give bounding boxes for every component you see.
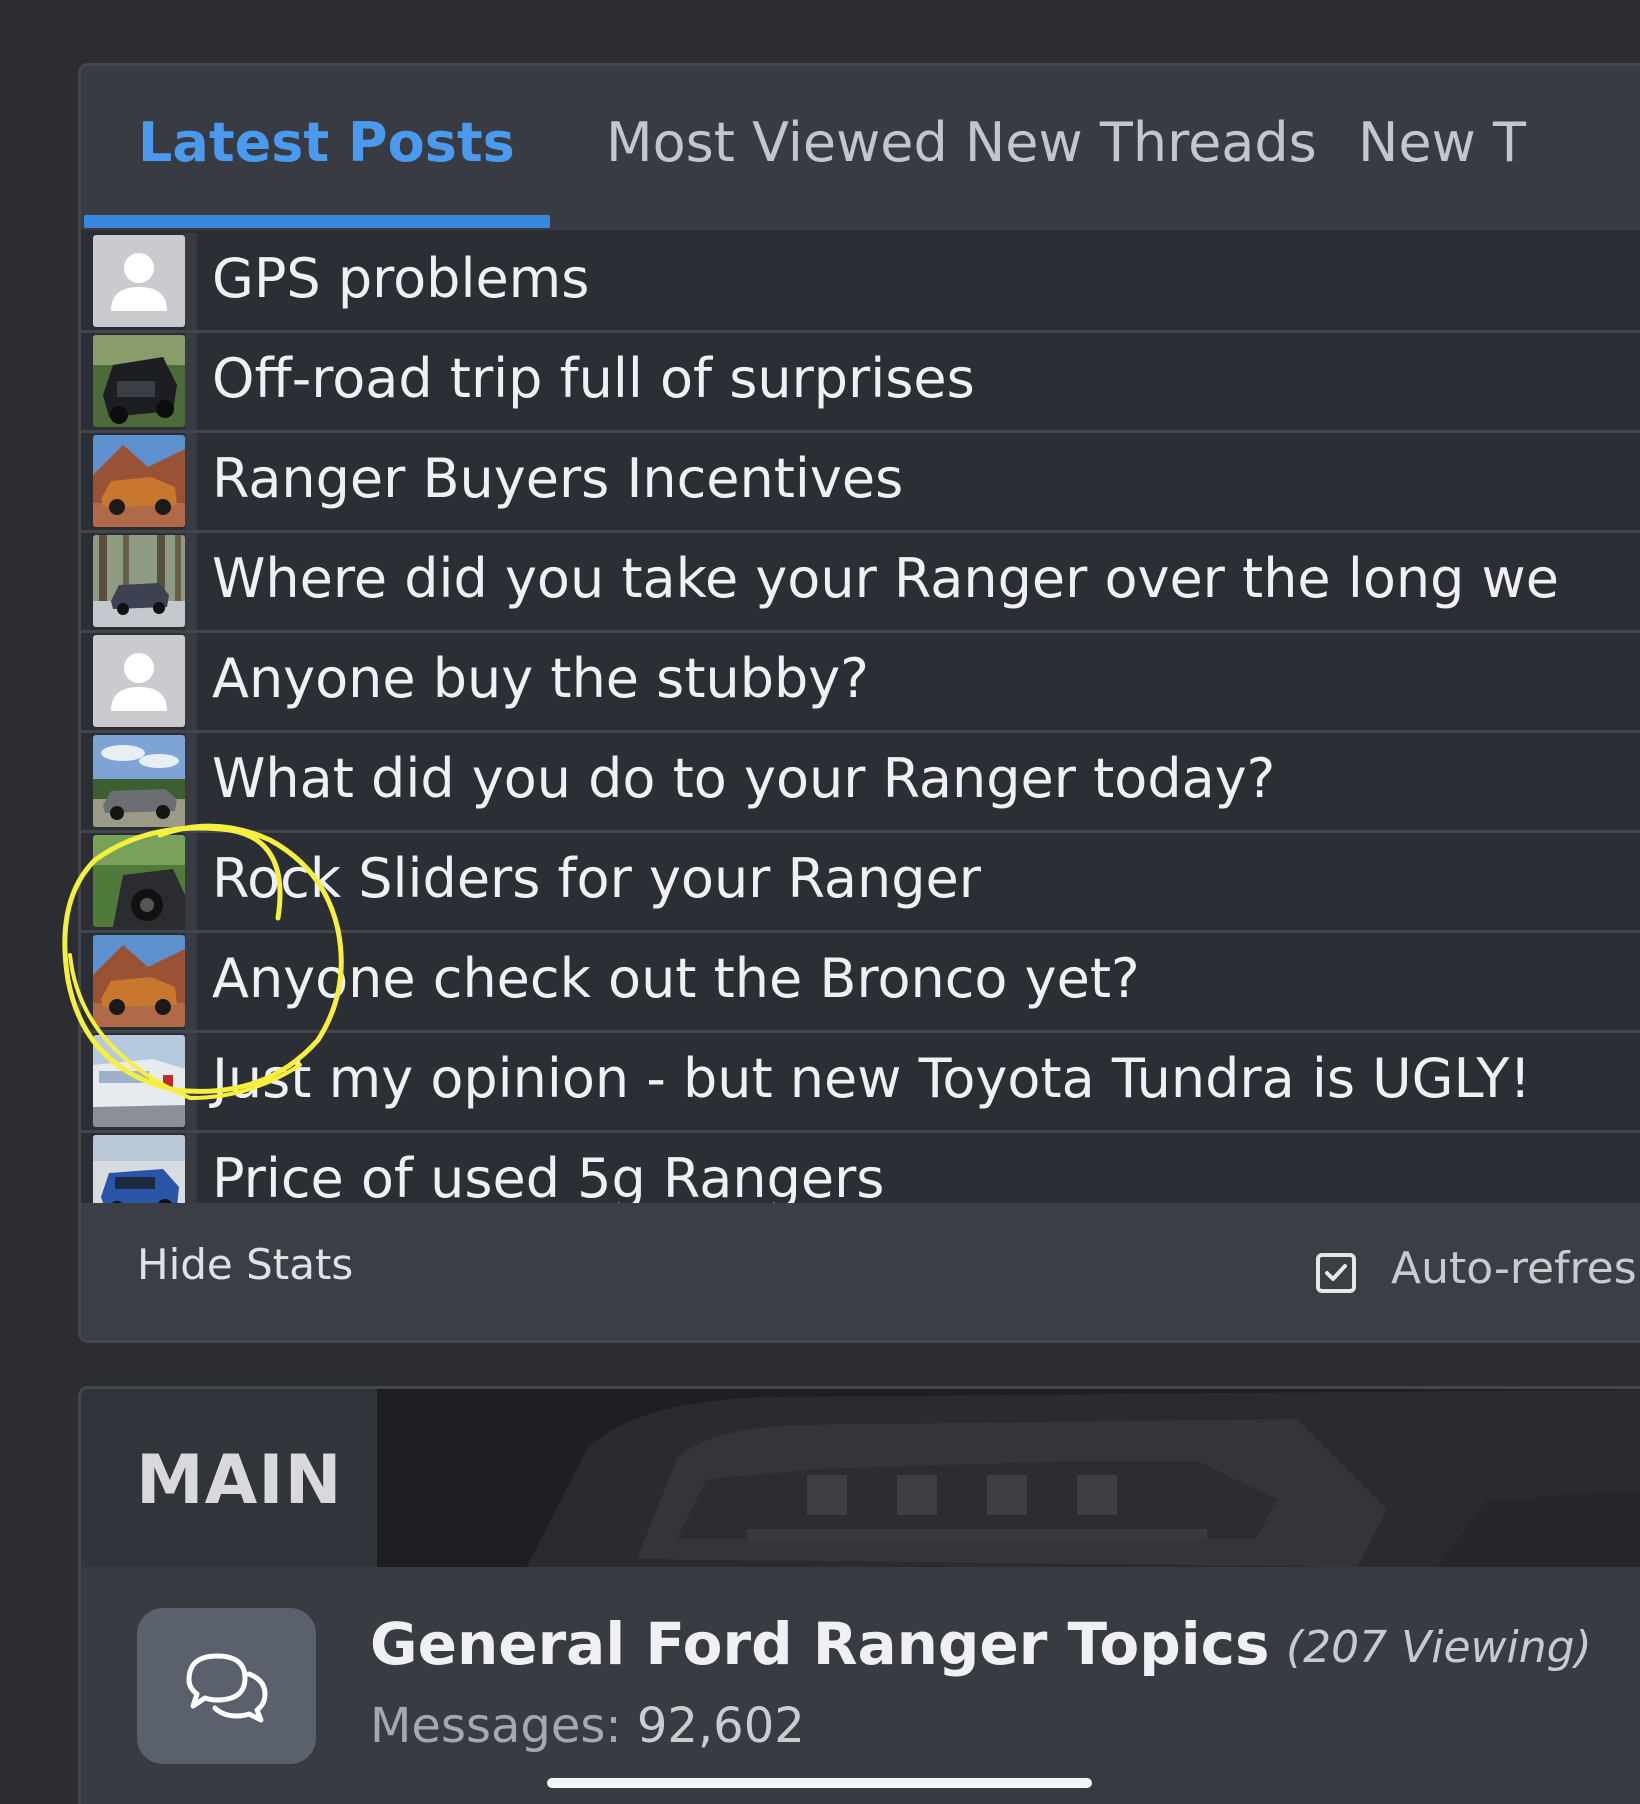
post-title[interactable]: Price of used 5g Rangers (212, 1147, 884, 1210)
post-title[interactable]: What did you do to your Ranger today? (212, 747, 1275, 810)
post-title[interactable]: Just my opinion - but new Toyota Tundra … (212, 1047, 1531, 1110)
active-tab-indicator (84, 215, 550, 228)
list-item[interactable]: Anyone check out the Bronco yet? (81, 933, 1640, 1033)
forum-messages-stat: Messages: 92,602 (370, 1698, 805, 1754)
list-item[interactable]: GPS problems (81, 233, 1640, 333)
green-trail-avatar[interactable] (93, 835, 185, 927)
truck-photo-avatar[interactable] (93, 335, 185, 427)
sky-truck-avatar[interactable] (93, 735, 185, 827)
list-item[interactable]: Where did you take your Ranger over the … (81, 533, 1640, 633)
main-category-block: MAIN General Ford Ranger Topics (207 Vie… (78, 1386, 1640, 1804)
tab-bar: Latest Posts Most Viewed New Threads New… (81, 66, 1640, 233)
list-item[interactable]: Just my opinion - but new Toyota Tundra … (81, 1033, 1640, 1133)
list-item[interactable]: Off-road trip full of surprises (81, 333, 1640, 433)
post-title[interactable]: GPS problems (212, 247, 589, 310)
hide-stats-link[interactable]: Hide Stats (137, 1240, 353, 1289)
post-title[interactable]: Anyone check out the Bronco yet? (212, 947, 1140, 1010)
post-title[interactable]: Anyone buy the stubby? (212, 647, 869, 710)
row-divider (185, 533, 197, 630)
list-item[interactable]: Anyone buy the stubby? (81, 633, 1640, 733)
category-title: MAIN (136, 1441, 343, 1520)
auto-refresh-label[interactable]: Auto-refres (1391, 1243, 1637, 1294)
forest-truck-avatar[interactable] (93, 535, 185, 627)
widget-footer: Hide Stats Auto-refres (81, 1203, 1640, 1340)
row-divider (185, 933, 197, 1030)
row-divider (185, 1033, 197, 1130)
messages-count: 92,602 (636, 1698, 805, 1754)
row-divider (185, 833, 197, 930)
row-divider (185, 633, 197, 730)
post-list: GPS problems Off-road trip full of surpr… (81, 233, 1640, 1233)
row-divider (185, 433, 197, 530)
forum-title-link[interactable]: General Ford Ranger Topics (370, 1610, 1270, 1678)
list-item[interactable]: What did you do to your Ranger today? (81, 733, 1640, 833)
row-divider (185, 733, 197, 830)
screen: Latest Posts Most Viewed New Threads New… (0, 0, 1640, 1804)
latest-posts-widget: Latest Posts Most Viewed New Threads New… (78, 63, 1640, 1343)
row-divider (185, 233, 197, 330)
category-banner-image (377, 1389, 1640, 1567)
post-title[interactable]: Ranger Buyers Incentives (212, 447, 903, 510)
list-item[interactable]: Rock Sliders for your Ranger (81, 833, 1640, 933)
white-truck-avatar[interactable] (93, 1035, 185, 1127)
post-title[interactable]: Where did you take your Ranger over the … (212, 547, 1559, 610)
tab-new-threads[interactable]: New T (1358, 111, 1526, 174)
post-title[interactable]: Off-road trip full of surprises (212, 347, 975, 410)
auto-refresh-checkbox[interactable] (1316, 1253, 1356, 1293)
tab-latest-posts[interactable]: Latest Posts (138, 111, 515, 174)
tab-most-viewed-new-threads[interactable]: Most Viewed New Threads (606, 111, 1317, 174)
messages-label: Messages: (370, 1698, 622, 1754)
default-user-avatar[interactable] (93, 235, 185, 327)
post-title[interactable]: Rock Sliders for your Ranger (212, 847, 981, 910)
list-item[interactable]: Ranger Buyers Incentives (81, 433, 1640, 533)
checkmark-icon (1325, 1264, 1347, 1281)
viewing-count: (207 Viewing) (1286, 1622, 1592, 1673)
home-indicator[interactable] (547, 1778, 1092, 1788)
orange-ranger-avatar[interactable] (93, 435, 185, 527)
row-divider (185, 333, 197, 430)
orange-ranger-avatar[interactable] (93, 935, 185, 1027)
category-header: MAIN (81, 1389, 1640, 1567)
chat-bubbles-icon[interactable] (137, 1608, 316, 1764)
forum-row[interactable]: General Ford Ranger Topics (207 Viewing)… (81, 1570, 1640, 1804)
default-user-avatar[interactable] (93, 635, 185, 727)
